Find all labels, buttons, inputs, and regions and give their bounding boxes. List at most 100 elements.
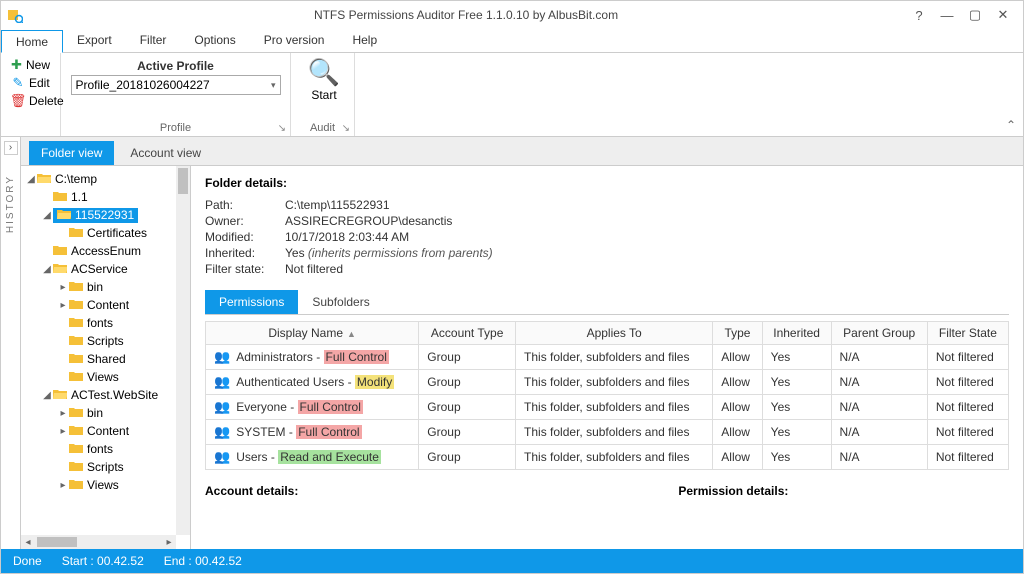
folder-tree[interactable]: ◢C:\temp 1.1 ◢ 115522931 Certificates Acce… (21, 166, 190, 549)
col-filter-state[interactable]: Filter State (927, 322, 1008, 345)
col-applies-to[interactable]: Applies To (516, 322, 713, 345)
row-account-type: Group (419, 370, 516, 395)
tree-twisty-icon[interactable]: ◢ (41, 210, 53, 221)
tree-twisty-icon[interactable] (57, 318, 69, 329)
tree-twisty-icon[interactable]: ▸ (57, 282, 69, 293)
row-applies-to: This folder, subfolders and files (516, 420, 713, 445)
table-row[interactable]: 👥Users - Read and ExecuteGroupThis folde… (206, 445, 1009, 470)
tab-account-view[interactable]: Account view (118, 141, 213, 165)
tree-node[interactable]: Scripts (21, 458, 190, 476)
menu-home[interactable]: Home (1, 30, 63, 53)
tree-vertical-scrollbar[interactable] (176, 166, 190, 535)
tree-twisty-icon[interactable]: ◢ (41, 390, 53, 401)
start-button[interactable]: 🔍 Start (299, 57, 349, 102)
tree-twisty-icon[interactable]: ▸ (57, 300, 69, 311)
tree-twisty-icon[interactable] (57, 354, 69, 365)
tree-node[interactable]: ▸ Content (21, 422, 190, 440)
tree-twisty-icon[interactable] (57, 462, 69, 473)
tree-node-label: Views (87, 478, 119, 492)
close-icon[interactable]: ✕ (989, 7, 1017, 23)
tree-node[interactable]: fonts (21, 314, 190, 332)
permission-details-heading: Permission details: (678, 484, 788, 498)
tree-node[interactable]: AccessEnum (21, 242, 190, 260)
tree-node-label: 115522931 (75, 208, 134, 222)
inherited-key: Inherited: (205, 246, 285, 260)
row-applies-to: This folder, subfolders and files (516, 445, 713, 470)
tree-twisty-icon[interactable]: ◢ (41, 264, 53, 275)
history-expander-icon[interactable]: › (4, 141, 18, 155)
tree-node[interactable]: Shared (21, 350, 190, 368)
tree-twisty-icon[interactable] (41, 246, 53, 257)
tree-node[interactable]: ◢ACTest.WebSite (21, 386, 190, 404)
tree-node[interactable]: ▸ Views (21, 476, 190, 494)
tree-horizontal-scrollbar[interactable]: ◂ ▸ (21, 535, 176, 549)
scroll-right-icon[interactable]: ▸ (162, 537, 176, 548)
tree-node-label: Content (87, 424, 129, 438)
profile-dialog-launcher-icon[interactable]: ↘ (278, 123, 286, 134)
tree-twisty-icon[interactable] (57, 444, 69, 455)
col-display-name[interactable]: Display Name▲ (206, 322, 419, 345)
menu-export[interactable]: Export (63, 29, 126, 52)
table-row[interactable]: 👥Administrators - Full ControlGroupThis … (206, 345, 1009, 370)
details-pane: Folder details: Path:C:\temp\115522931 O… (191, 166, 1023, 549)
col-inherited[interactable]: Inherited (762, 322, 831, 345)
menu-help[interactable]: Help (338, 29, 391, 52)
new-button[interactable]: ✚New (9, 57, 52, 73)
maximize-icon[interactable]: ▢ (961, 7, 989, 23)
tab-folder-view[interactable]: Folder view (29, 141, 114, 165)
edit-button[interactable]: ✎Edit (9, 75, 52, 91)
tree-node[interactable]: Certificates (21, 224, 190, 242)
help-icon[interactable]: ? (905, 8, 933, 23)
tree-node[interactable]: ▸bin (21, 278, 190, 296)
tree-node[interactable]: ◢ACService (21, 260, 190, 278)
tree-node[interactable]: Views (21, 368, 190, 386)
minimize-icon[interactable]: — (933, 8, 961, 23)
table-row[interactable]: 👥Authenticated Users - ModifyGroupThis f… (206, 370, 1009, 395)
folder-icon (69, 226, 83, 241)
tree-twisty-icon[interactable] (57, 228, 69, 239)
tree-node[interactable]: ◢ 115522931 (21, 206, 190, 224)
trash-icon: 🗑 (11, 94, 25, 108)
tree-twisty-icon[interactable] (57, 372, 69, 383)
tab-subfolders[interactable]: Subfolders (298, 290, 383, 314)
scroll-thumb[interactable] (178, 168, 188, 194)
menu-filter[interactable]: Filter (126, 29, 181, 52)
filter-state-value: Not filtered (285, 262, 1009, 276)
col-type[interactable]: Type (713, 322, 762, 345)
folder-details-grid: Path:C:\temp\115522931 Owner:ASSIRECREGR… (205, 198, 1009, 276)
tree-twisty-icon[interactable]: ◢ (25, 174, 37, 185)
ribbon-collapse-icon[interactable]: ⌃ (999, 53, 1023, 136)
tab-permissions[interactable]: Permissions (205, 290, 298, 314)
tree-twisty-icon[interactable] (57, 336, 69, 347)
tree-node[interactable]: ◢C:\temp (21, 170, 190, 188)
tree-twisty-icon[interactable]: ▸ (57, 426, 69, 437)
scroll-thumb-h[interactable] (37, 537, 77, 547)
status-end: End : 00.42.52 (164, 554, 242, 568)
ribbon-group-audit: 🔍 Start Audit ↘ (291, 53, 355, 136)
tree-node[interactable]: ▸Content (21, 296, 190, 314)
table-row[interactable]: 👥SYSTEM - Full ControlGroupThis folder, … (206, 420, 1009, 445)
tree-twisty-icon[interactable]: ▸ (57, 480, 69, 491)
active-profile-dropdown[interactable]: Profile_20181026004227 ▾ (71, 75, 281, 95)
col-parent-group[interactable]: Parent Group (831, 322, 927, 345)
scroll-left-icon[interactable]: ◂ (21, 537, 35, 548)
tree-node[interactable]: fonts (21, 440, 190, 458)
tree-twisty-icon[interactable]: ▸ (57, 408, 69, 419)
col-account-type[interactable]: Account Type (419, 322, 516, 345)
history-rail: › HISTORY (1, 137, 21, 549)
row-account-type: Group (419, 395, 516, 420)
audit-dialog-launcher-icon[interactable]: ↘ (342, 123, 350, 134)
tree-node-label: bin (87, 406, 103, 420)
menu-pro-version[interactable]: Pro version (250, 29, 339, 52)
tree-node[interactable]: Scripts (21, 332, 190, 350)
tree-twisty-icon[interactable] (41, 192, 53, 203)
window-title: NTFS Permissions Auditor Free 1.1.0.10 b… (27, 8, 905, 22)
tree-node[interactable]: ▸ bin (21, 404, 190, 422)
folder-icon (69, 370, 83, 385)
menu-options[interactable]: Options (180, 29, 249, 52)
modified-key: Modified: (205, 230, 285, 244)
row-inherited: Yes (762, 445, 831, 470)
delete-button[interactable]: 🗑Delete (9, 93, 52, 109)
table-row[interactable]: 👥Everyone - Full ControlGroupThis folder… (206, 395, 1009, 420)
tree-node[interactable]: 1.1 (21, 188, 190, 206)
